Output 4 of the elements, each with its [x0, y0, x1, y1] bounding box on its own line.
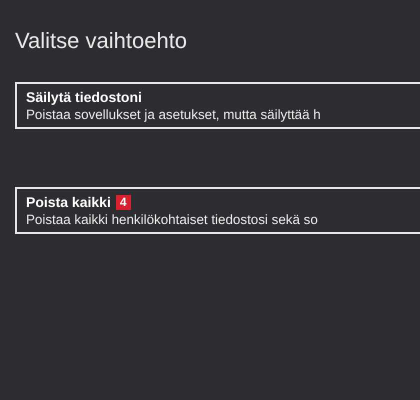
option-card[interactable]: Säilytä tiedostoni Poistaa sovellukset ja asetukset, mutta säilyttää h	[15, 82, 420, 129]
number-badge: 4	[116, 195, 131, 210]
page-title: Valitse vaihtoehto	[15, 27, 188, 55]
option-card[interactable]: Poista kaikki 4 Poistaa kaikki henkilökohtaiset tiedostosi sekä so	[15, 187, 420, 234]
